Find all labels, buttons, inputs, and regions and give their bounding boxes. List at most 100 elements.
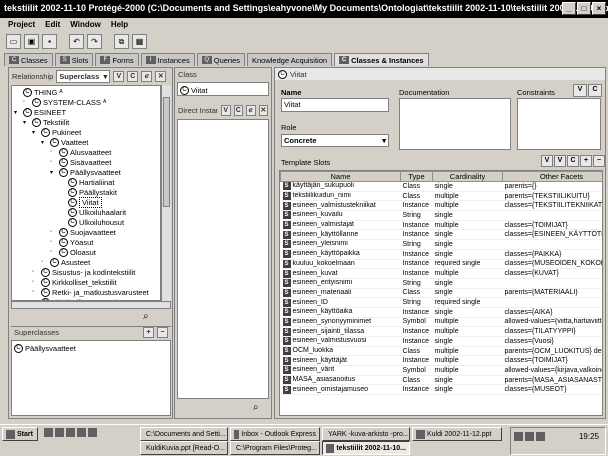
column-header-name[interactable]: Name (280, 171, 401, 182)
new-project-icon[interactable]: ▭ (6, 34, 21, 49)
tree-node[interactable]: C Päällystakit (59, 187, 117, 197)
expand-toggle-icon[interactable]: ▾ (50, 169, 57, 176)
create-instance-button[interactable]: C (233, 104, 243, 116)
table-row[interactable]: Skäyttäjän_sukupuoli Class single parents={… (280, 181, 602, 192)
table-row[interactable]: Sesineen_käyttöllanne Instance single class… (280, 229, 602, 241)
tree-node[interactable]: ◦ C Yöasut (50, 237, 93, 247)
expand-toggle-icon[interactable]: ◦ (32, 279, 39, 285)
table-row[interactable]: Sesineen_valmistustekniikat Instance multi… (280, 200, 602, 212)
expand-toggle-icon[interactable]: ▾ (14, 109, 21, 116)
name-field[interactable]: Viitat (281, 98, 389, 112)
expand-toggle-icon[interactable]: ▾ (41, 139, 48, 146)
tab-instances[interactable]: I Instances (140, 53, 195, 66)
table-row[interactable]: S MASA_asiasanoitus Class single parents={MA… (280, 375, 602, 386)
tree-node[interactable]: ◦ C Asusteet (41, 257, 90, 267)
add-slot-button[interactable]: + (580, 155, 592, 167)
start-button[interactable]: Start (2, 427, 38, 441)
table-row[interactable]: Stekstiilikuidun_nimi Class multiple parent… (280, 191, 602, 202)
tree-node[interactable]: C Viitat (59, 196, 102, 208)
tree-node[interactable]: ▾ C Pukineet (32, 127, 81, 137)
list-item[interactable]: C Päällysvaatteet (14, 343, 76, 353)
undo-icon[interactable]: ↶ (69, 34, 84, 49)
table-row[interactable]: Skuuluu_kokoelmaan Instance required singl… (280, 259, 602, 270)
find-instance-icon[interactable]: ⌕ (253, 402, 259, 413)
task-button-active[interactable]: tekstiilit 2002-11-10... (322, 441, 410, 455)
tab-classes-and-instances[interactable]: C Classes & Instances (334, 53, 429, 66)
app-icon[interactable] (77, 428, 86, 437)
cascade-windows-icon[interactable]: ⧉ (114, 34, 129, 49)
table-row[interactable]: Sesineen_materiaali Class single parents={M… (280, 288, 602, 299)
table-row[interactable]: Sesineen_värit Symbol multiple allowed-valu… (280, 365, 602, 376)
table-row[interactable]: Sesineen_käyttöaika Instance single classes… (280, 307, 602, 318)
tree-node[interactable]: ◦ C Sisävaatteet (50, 157, 111, 167)
tree-scrollbar[interactable] (161, 85, 171, 301)
table-row[interactable]: Sesineen_käyttäjät Instance multiple classe… (280, 355, 602, 367)
table-row[interactable]: Sesineen_sijainti_tilassa Instance multipl… (280, 326, 602, 337)
role-select[interactable]: Concrete ▾ (281, 134, 389, 147)
maximize-button[interactable]: □ (577, 2, 591, 15)
tree-node[interactable]: ▾ C Päällysvaatteet (50, 167, 121, 177)
table-row[interactable]: Sesineen_erityisnimi String single (280, 278, 602, 289)
class-field[interactable]: C Viitat (177, 82, 269, 96)
table-row[interactable]: Sesineen_ID String required single (280, 297, 602, 308)
tree-node[interactable]: ◦ C Suojavaatteet (50, 227, 116, 237)
minimize-button[interactable]: _ (562, 2, 576, 15)
view-class-button[interactable]: V (113, 70, 125, 82)
table-row[interactable]: Sesineen_kuvailu String single (280, 210, 602, 221)
view-instance-button[interactable]: V (221, 104, 231, 116)
task-button[interactable]: YARK -kuva-arkisto -pro... (322, 427, 410, 441)
tab-classes[interactable]: C Classes (4, 53, 53, 66)
tree-node[interactable]: C THING A (14, 87, 63, 97)
app-icon[interactable] (88, 428, 97, 437)
volume-icon[interactable] (525, 432, 534, 441)
tree-node[interactable]: C Ulkoiluhaalarit (59, 207, 126, 217)
tab-queries[interactable]: Q Queries (196, 53, 245, 66)
expand-toggle-icon[interactable]: ◦ (50, 239, 57, 245)
view-constraint-button[interactable]: V (573, 84, 587, 97)
edit-instance-button[interactable]: ℯ (246, 104, 256, 116)
expand-toggle-icon[interactable]: ▾ (32, 129, 39, 136)
tree-node[interactable]: C Ulkoiluhousut (59, 217, 124, 227)
mail-icon[interactable] (66, 428, 75, 437)
expand-toggle-icon[interactable]: ◦ (50, 159, 57, 165)
delete-class-button[interactable]: ✕ (155, 70, 167, 82)
tree-node[interactable]: ▾ C Vaatteet (41, 137, 88, 147)
menu-project[interactable]: Project (8, 20, 35, 30)
scroll-thumb[interactable] (163, 97, 170, 207)
antivirus-icon[interactable] (536, 432, 545, 441)
browser-icon[interactable] (55, 428, 64, 437)
tree-node[interactable]: ◦ C Retki- ja_matkustusvarusteet (32, 287, 149, 297)
tree-node[interactable]: ◦ C SYSTEM-CLASS A (23, 97, 106, 107)
tree-node[interactable]: ▾ C Tekstiilit (23, 117, 69, 127)
expand-toggle-icon[interactable]: ◦ (23, 99, 30, 105)
table-row[interactable]: Sesineen_kuvat Instance multiple classes={K… (280, 268, 602, 279)
expand-toggle-icon[interactable]: ◦ (32, 289, 39, 295)
table-row[interactable]: Sesineen_omistajamuseo Instance single clas… (280, 384, 602, 396)
menu-edit[interactable]: Edit (45, 20, 60, 30)
delete-instance-button[interactable]: ✕ (258, 104, 268, 116)
tree-node[interactable]: ◦ C Oloasut (50, 247, 96, 257)
save-project-icon[interactable]: ▪ (42, 34, 57, 49)
table-row[interactable]: Sesineen_valmistajat Instance multiple clas… (280, 220, 602, 231)
expand-toggle-icon[interactable]: ◦ (50, 149, 57, 155)
create-slot-button[interactable]: C (567, 155, 579, 167)
create-class-button[interactable]: C (127, 70, 139, 82)
open-project-icon[interactable]: ▣ (24, 34, 39, 49)
column-header-type[interactable]: Type (400, 171, 433, 182)
expand-toggle-icon[interactable]: ◦ (50, 249, 57, 255)
table-row[interactable]: Sesineen_synonyyminimet Symbol multiple all… (280, 317, 602, 328)
tab-slots[interactable]: S Slots (54, 53, 94, 66)
table-row[interactable]: Sesineen_käyttöpaikka Instance single class… (280, 249, 602, 260)
edit-class-button[interactable]: ℯ (141, 70, 153, 82)
tile-windows-icon[interactable]: ▦ (132, 34, 147, 49)
expand-toggle-icon[interactable]: ◦ (50, 229, 57, 235)
expand-toggle-icon[interactable]: ◦ (41, 259, 48, 265)
task-button[interactable]: C:\Documents and Setti... (140, 427, 228, 441)
tree-hscrollbar[interactable] (11, 301, 171, 309)
column-header-cardinality[interactable]: Cardinality (432, 171, 503, 182)
remove-superclass-button[interactable]: − (157, 327, 168, 338)
expand-toggle-icon[interactable]: ◦ (32, 269, 39, 275)
tree-node[interactable]: ◦ C Alusvaatteet (50, 147, 111, 157)
view-slot-button[interactable]: V (541, 155, 553, 167)
column-header-other-facets[interactable]: Other Facets (502, 171, 602, 182)
